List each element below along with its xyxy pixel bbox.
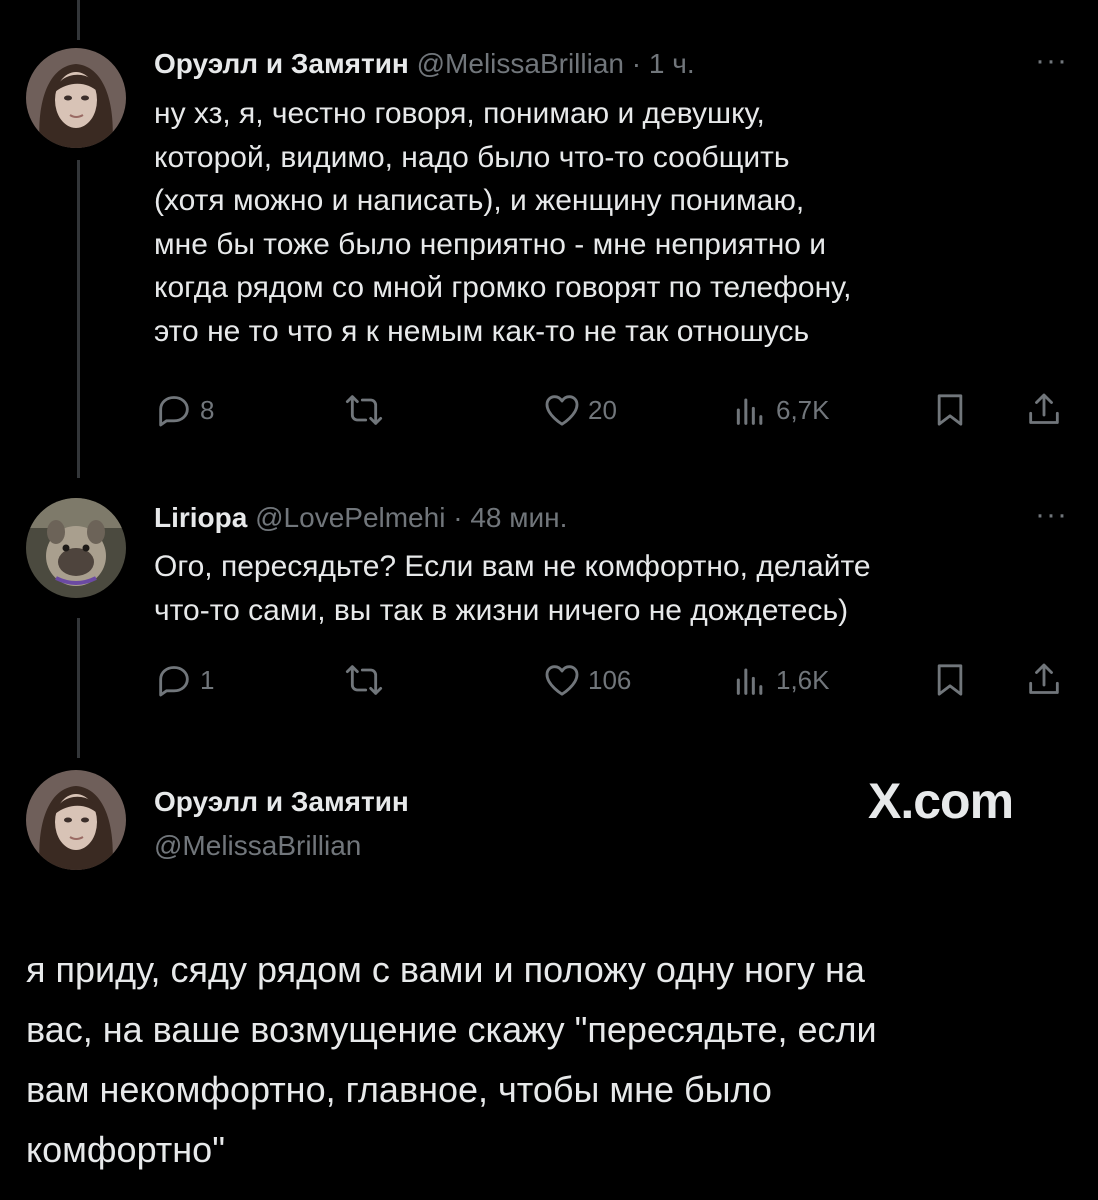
reply-icon <box>159 666 189 697</box>
views-icon <box>736 668 763 695</box>
action-bar: 1 106 1,6K <box>154 658 1070 702</box>
view-count: 6,7K <box>776 394 830 425</box>
author-name[interactable]: Оруэлл и Замятин <box>154 786 409 818</box>
reply-count: 1 <box>200 664 215 695</box>
views-icon <box>736 398 763 425</box>
avatar[interactable] <box>26 48 126 148</box>
tweet-text: ну хз, я, честно говоря, понимаю и девуш… <box>154 97 852 348</box>
retweet-button[interactable] <box>344 658 384 702</box>
separator: · <box>453 502 463 533</box>
x-logo-watermark: X.com <box>868 773 1014 829</box>
share-button[interactable] <box>1024 388 1064 432</box>
share-button[interactable] <box>1024 658 1064 702</box>
avatar[interactable] <box>26 498 126 598</box>
author-handle[interactable]: @MelissaBrillian <box>417 48 624 79</box>
author-name[interactable]: Liriopa <box>154 502 247 533</box>
bookmark-icon <box>937 394 963 426</box>
author-name[interactable]: Оруэлл и Замятин <box>154 48 409 79</box>
tweet-header: Оруэлл и Замятин @MelissaBrillian · 1 ч. <box>154 48 695 80</box>
bookmark-button[interactable] <box>930 388 970 432</box>
reply-icon <box>159 396 189 427</box>
like-count: 20 <box>588 394 617 425</box>
thread-line <box>77 0 80 40</box>
timestamp[interactable]: 48 мин. <box>470 502 567 533</box>
share-icon <box>1029 663 1059 694</box>
thread-line <box>77 160 80 478</box>
share-icon <box>1029 393 1059 424</box>
views-button[interactable]: 6,7K <box>730 388 830 432</box>
like-icon <box>545 665 579 696</box>
retweet-icon <box>345 665 383 695</box>
separator: · <box>631 48 642 79</box>
reply-button[interactable]: 8 <box>154 388 214 432</box>
views-button[interactable]: 1,6K <box>730 658 830 702</box>
reply-button[interactable]: 1 <box>154 658 214 702</box>
bookmark-button[interactable] <box>930 658 970 702</box>
tweet-text: я приду, сяду рядом с вами и положу одну… <box>26 949 877 1170</box>
timestamp[interactable]: 1 ч. <box>649 48 695 79</box>
more-options-icon[interactable]: ··· <box>1035 498 1068 532</box>
view-count: 1,6K <box>776 664 830 695</box>
like-count: 106 <box>588 664 632 695</box>
tweet-text: Ого, пересядьте? Если вам не комфортно, … <box>154 550 871 627</box>
action-bar: 8 20 6,7K <box>154 388 1070 432</box>
like-button[interactable]: 106 <box>542 658 631 702</box>
retweet-button[interactable] <box>344 388 384 432</box>
like-button[interactable]: 20 <box>542 388 617 432</box>
tweet-header: Liriopa @LovePelmehi · 48 мин. <box>154 502 567 534</box>
retweet-icon <box>345 395 383 425</box>
more-options-icon[interactable]: ··· <box>1035 44 1068 78</box>
reply-count: 8 <box>200 394 215 425</box>
thread-line <box>77 618 80 758</box>
author-handle[interactable]: @LovePelmehi <box>255 502 445 533</box>
bookmark-icon <box>937 664 963 696</box>
like-icon <box>545 395 579 426</box>
author-handle[interactable]: @MelissaBrillian <box>154 830 361 862</box>
avatar[interactable] <box>26 770 126 870</box>
